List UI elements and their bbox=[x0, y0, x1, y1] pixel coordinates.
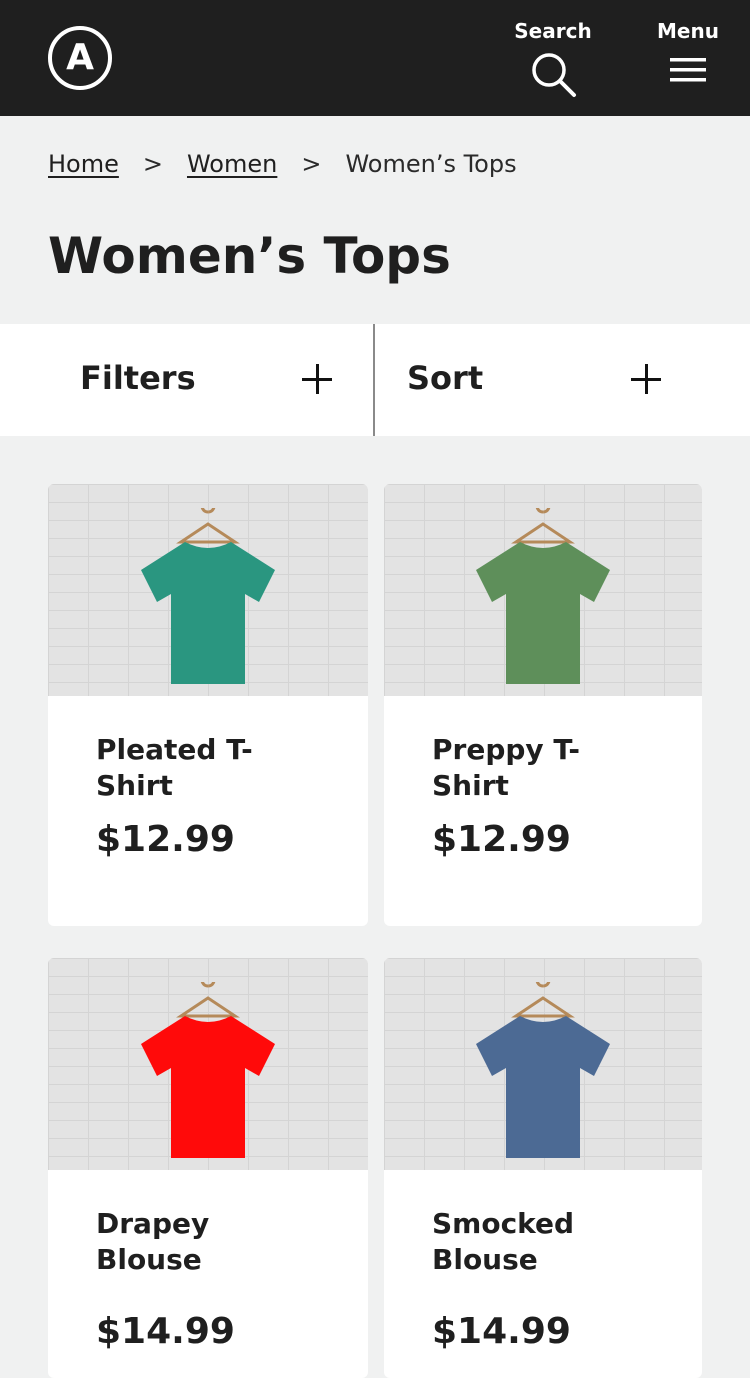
tshirt-icon bbox=[141, 982, 275, 1158]
product-price: $14.99 bbox=[432, 1311, 571, 1352]
search-button[interactable]: Search bbox=[512, 18, 594, 98]
sort-button[interactable]: Sort bbox=[375, 324, 750, 436]
page-title: Women’s Tops bbox=[48, 227, 451, 285]
sort-label: Sort bbox=[407, 359, 484, 397]
product-name: Drapey Blouse bbox=[96, 1207, 210, 1276]
product-name: Smocked Blouse bbox=[432, 1207, 575, 1276]
product-image bbox=[384, 484, 702, 696]
menu-button[interactable]: Menu bbox=[654, 18, 722, 90]
tshirt-icon bbox=[476, 982, 610, 1158]
plus-icon bbox=[302, 364, 332, 394]
product-image bbox=[48, 958, 368, 1170]
filter-sort-bar: Filters Sort bbox=[0, 324, 750, 436]
breadcrumb-home[interactable]: Home bbox=[48, 148, 119, 180]
product-card[interactable]: Pleated T-Shirt $12.99 bbox=[48, 484, 368, 926]
breadcrumb-current: Women’s Tops bbox=[345, 150, 517, 178]
product-card[interactable]: Smocked Blouse $14.99 bbox=[384, 958, 702, 1378]
tshirt-icon bbox=[141, 508, 275, 684]
breadcrumb-separator: > bbox=[301, 150, 322, 178]
logo-letter: A bbox=[66, 37, 94, 78]
search-icon bbox=[532, 53, 576, 97]
hamburger-icon bbox=[670, 58, 706, 82]
search-label: Search bbox=[514, 19, 592, 43]
product-image bbox=[384, 958, 702, 1170]
product-name: Pleated T-Shirt bbox=[96, 733, 253, 802]
product-name: Preppy T-Shirt bbox=[432, 733, 581, 802]
tshirt-icon bbox=[476, 508, 610, 684]
logo[interactable]: A bbox=[48, 26, 112, 90]
product-price: $14.99 bbox=[96, 1311, 235, 1352]
filters-button[interactable]: Filters bbox=[0, 324, 375, 436]
product-price: $12.99 bbox=[432, 819, 571, 860]
product-card[interactable]: Drapey Blouse $14.99 bbox=[48, 958, 368, 1378]
product-image bbox=[48, 484, 368, 696]
breadcrumb-separator: > bbox=[142, 150, 163, 178]
menu-label: Menu bbox=[657, 19, 719, 43]
product-card[interactable]: Preppy T-Shirt $12.99 bbox=[384, 484, 702, 926]
site-header: A Search Menu bbox=[0, 0, 750, 116]
filters-label: Filters bbox=[80, 359, 196, 397]
breadcrumb: Home > Women > Women’s Tops bbox=[48, 148, 517, 180]
breadcrumb-women[interactable]: Women bbox=[187, 148, 277, 180]
plus-icon bbox=[631, 364, 661, 394]
product-price: $12.99 bbox=[96, 819, 235, 860]
